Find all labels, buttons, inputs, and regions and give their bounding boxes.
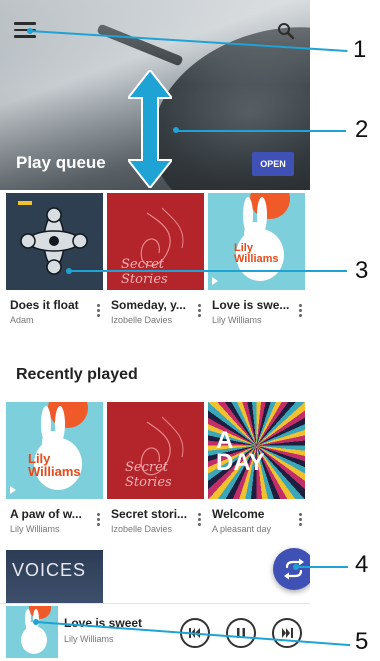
album-art: Lily Williams xyxy=(6,402,103,499)
album-art-text: VOICES xyxy=(12,560,87,580)
album-art-text: Lily Williams xyxy=(28,451,81,479)
search-icon[interactable] xyxy=(277,22,295,40)
shuffle-icon xyxy=(284,558,304,580)
more-options-icon[interactable] xyxy=(198,513,202,527)
tile-title: Secret stori... xyxy=(111,507,188,521)
tile-artist: Izobelle Davies xyxy=(111,315,173,325)
recent-album-tile[interactable]: A DAY Welcome A pleasant day xyxy=(208,402,305,534)
more-options-icon[interactable] xyxy=(299,513,303,527)
now-playing-bar[interactable]: Love is sweet Lily Williams xyxy=(0,603,310,661)
album-art: VOICES xyxy=(6,550,103,603)
tile-artist: Lily Williams xyxy=(10,524,60,534)
next-track-button[interactable] xyxy=(272,618,302,648)
tile-title: A paw of w... xyxy=(10,507,82,521)
play-queue-header[interactable]: Play queue OPEN xyxy=(0,0,310,190)
album-art-text: Secret Stories xyxy=(121,257,168,287)
open-queue-button[interactable]: OPEN xyxy=(252,152,294,176)
recent-album-tile[interactable]: Secret Stories Secret stori... Izobelle … xyxy=(107,402,204,534)
drag-arrow-icon xyxy=(125,68,175,190)
callout-number-1: 1 xyxy=(353,36,367,63)
album-art-text: Secret Stories xyxy=(125,460,172,490)
album-art: A DAY xyxy=(208,402,305,499)
album-art-text: Lily Williams xyxy=(234,242,279,265)
recent-album-tile[interactable]: Lily Williams A paw of w... Lily William… xyxy=(6,402,103,534)
more-options-icon[interactable] xyxy=(97,304,101,318)
tile-title: Someday, y... xyxy=(111,298,186,312)
tile-artist: Adam xyxy=(10,315,34,325)
tile-artist: Lily Williams xyxy=(212,315,262,325)
callout-number-3: 3 xyxy=(355,257,369,284)
callout-number-2: 2 xyxy=(355,116,369,143)
play-queue-title: Play queue xyxy=(16,153,106,172)
album-art: Secret Stories xyxy=(107,193,204,290)
queue-album-tile[interactable]: Lily Williams Love is swe... Lily Willia… xyxy=(208,193,305,325)
tile-artist: A pleasant day xyxy=(212,524,272,534)
now-playing-artist: Lily Williams xyxy=(64,634,114,644)
callout-line-3 xyxy=(69,270,347,272)
album-art xyxy=(6,193,103,290)
more-options-icon[interactable] xyxy=(97,513,101,527)
tile-title: Welcome xyxy=(212,507,265,521)
more-options-icon[interactable] xyxy=(299,304,303,318)
now-playing-album-art[interactable] xyxy=(6,606,58,658)
more-options-icon[interactable] xyxy=(198,304,202,318)
callout-number-5: 5 xyxy=(355,628,369,655)
pause-icon xyxy=(237,628,245,638)
tile-artist: Izobelle Davies xyxy=(111,524,173,534)
queue-album-tile[interactable]: Secret Stories Someday, y... Izobelle Da… xyxy=(107,193,204,325)
album-art: Secret Stories xyxy=(107,402,204,499)
queue-album-tile[interactable]: Does it float Adam xyxy=(6,193,103,325)
recent-album-tile[interactable]: VOICES xyxy=(6,550,103,603)
skip-next-icon xyxy=(282,628,293,638)
music-app-screen: Play queue OPEN Does it float Adam Secre… xyxy=(0,0,310,661)
album-art-text: A DAY xyxy=(216,427,265,476)
callout-line-4 xyxy=(296,566,348,568)
recently-played-heading: Recently played xyxy=(16,366,138,383)
shuffle-button[interactable] xyxy=(273,548,310,590)
tile-title: Does it float xyxy=(10,298,79,312)
callout-line-2 xyxy=(176,130,346,132)
pause-button[interactable] xyxy=(226,618,256,648)
tile-title: Love is swe... xyxy=(212,298,290,312)
album-art: Lily Williams xyxy=(208,193,305,290)
callout-number-4: 4 xyxy=(355,551,369,578)
